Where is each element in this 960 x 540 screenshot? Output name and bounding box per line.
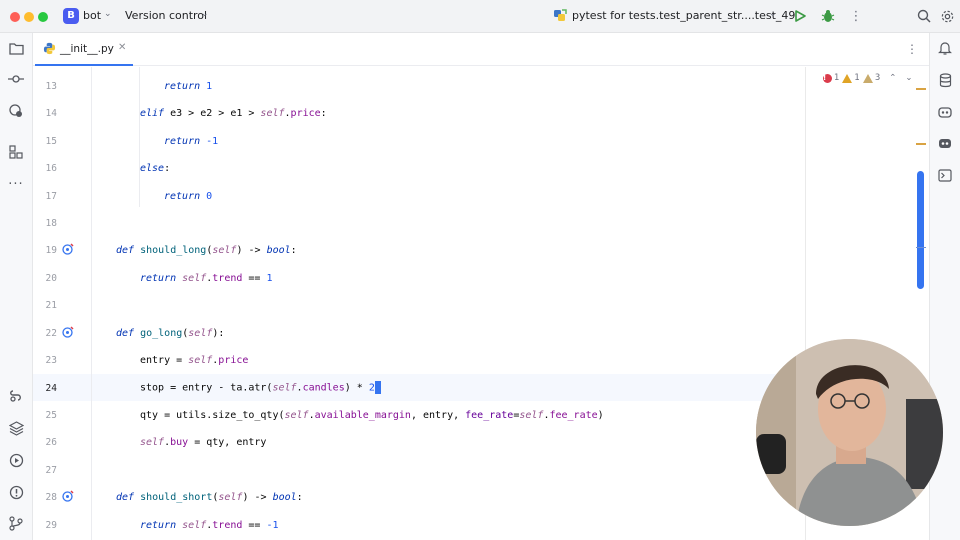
more-actions-icon[interactable]: ⋮ (847, 7, 865, 25)
title-bar: B bot ⌄ Version control ⌄ pytest for tes… (0, 0, 960, 33)
code-line-28: def should_short(self) -> bool: (116, 492, 303, 503)
line-number: 16 (45, 163, 57, 174)
caret-position-mark (916, 247, 926, 248)
line-number: 23 (45, 355, 57, 366)
error-count[interactable]: ! 1 (823, 73, 839, 83)
line-number: 26 (45, 437, 57, 448)
line-number: 21 (45, 300, 57, 311)
play-icon (795, 10, 806, 22)
bug-icon (821, 10, 835, 22)
line-number: 15 (45, 136, 57, 147)
left-tool-window-bar: ··· (0, 33, 33, 540)
warning-count[interactable]: 1 (842, 73, 860, 83)
search-icon (917, 9, 931, 23)
git-icon[interactable] (7, 514, 25, 532)
structure-icon[interactable] (7, 143, 25, 161)
error-stripe-mark[interactable] (916, 143, 926, 145)
line-number-current: 24 (45, 383, 57, 394)
code-line-17: return 0 (164, 191, 213, 202)
debug-button[interactable] (819, 7, 837, 25)
line-number: 17 (45, 191, 57, 202)
indent-guide (91, 67, 92, 540)
run-configuration-selector[interactable]: pytest for tests.test_parent_str....test… (572, 9, 795, 22)
code-line-16: else: (140, 163, 171, 174)
project-badge[interactable]: B (63, 8, 79, 24)
copilot-icon[interactable] (936, 134, 954, 152)
layers-icon[interactable] (7, 419, 25, 437)
notifications-icon[interactable] (936, 39, 954, 57)
close-window-button[interactable] (10, 12, 20, 22)
weak-warning-count[interactable]: 3 (862, 73, 880, 83)
line-number: 28 (45, 492, 57, 503)
run-button[interactable] (791, 7, 809, 25)
tab-actions-icon[interactable]: ⋮ (906, 42, 918, 56)
warning-icon (842, 73, 853, 83)
search-everywhere-button[interactable] (915, 7, 933, 25)
line-number: 19 (45, 245, 57, 256)
editor-tab-bar: __init__.py ✕ ⋮ (33, 33, 929, 66)
code-line-13: return 1 (164, 81, 213, 92)
editor-gutter: 13 14 15 16 17 18 19 20 21 22 23 24 25 2… (33, 67, 91, 540)
folder-icon[interactable] (7, 39, 25, 57)
line-number: 27 (45, 465, 57, 476)
code-line-15: return -1 (164, 136, 219, 147)
code-line-19: def should_long(self) -> bool: (116, 245, 297, 256)
error-icon: ! (823, 73, 832, 83)
error-stripe-mark[interactable] (916, 88, 926, 90)
chevron-down-icon[interactable]: ⌄ (769, 9, 777, 19)
code-line-24: stop = entry - ta.atr(self.candles) * 2 (140, 381, 381, 395)
code-line-29: return self.trend == -1 (140, 520, 279, 531)
previous-highlight-icon[interactable]: ⌃ (889, 73, 896, 83)
close-tab-icon[interactable]: ✕ (118, 42, 126, 53)
override-marker-icon[interactable] (62, 490, 74, 502)
chevron-down-icon[interactable]: ⌄ (104, 9, 112, 19)
next-highlight-icon[interactable]: ⌄ (905, 73, 912, 83)
line-number: 13 (45, 81, 57, 92)
project-name[interactable]: bot (83, 9, 101, 22)
python-packages-icon[interactable] (7, 102, 25, 120)
version-control-widget[interactable]: Version control (125, 9, 207, 22)
python-console-icon[interactable] (7, 387, 25, 405)
presenter-video (756, 339, 943, 526)
tab-label: __init__.py (60, 43, 114, 55)
line-number: 18 (45, 218, 57, 229)
settings-button[interactable] (938, 7, 956, 25)
gear-icon (941, 10, 953, 22)
code-line-25: qty = utils.size_to_qty(self.available_m… (140, 410, 604, 421)
python-file-icon (43, 42, 56, 55)
line-number: 14 (45, 108, 57, 119)
problems-icon[interactable] (7, 483, 25, 501)
more-icon[interactable]: ··· (7, 175, 25, 193)
weak-warning-icon (862, 73, 873, 83)
pytest-config-icon (554, 9, 567, 21)
terminal-icon[interactable] (936, 166, 954, 184)
code-line-20: return self.trend == 1 (140, 273, 273, 284)
code-text-area[interactable]: return 1 elif e3 > e2 > e1 > self.price:… (91, 67, 805, 540)
minimize-window-button[interactable] (24, 12, 34, 22)
fullscreen-window-button[interactable] (38, 12, 48, 22)
vertical-scrollbar-thumb[interactable] (917, 171, 924, 289)
commit-icon[interactable] (7, 70, 25, 88)
database-icon[interactable] (936, 71, 954, 89)
line-number: 20 (45, 273, 57, 284)
ai-assistant-icon[interactable] (936, 103, 954, 121)
indent-guide (139, 67, 140, 207)
line-number: 29 (45, 520, 57, 531)
run-services-icon[interactable] (7, 451, 25, 469)
code-line-22: def go_long(self): (116, 328, 225, 339)
line-number: 25 (45, 410, 57, 421)
webcam-overlay (756, 339, 943, 526)
line-number: 22 (45, 328, 57, 339)
code-line-26: self.buy = qty, entry (140, 437, 267, 448)
inspection-widget[interactable]: ! 1 1 3 ⌃ ⌄ (823, 71, 913, 85)
code-line-23: entry = self.price (140, 355, 249, 366)
override-marker-icon[interactable] (62, 243, 74, 255)
code-line-14: elif e3 > e2 > e1 > self.price: (140, 108, 327, 119)
chevron-down-icon[interactable]: ⌄ (201, 9, 209, 19)
override-marker-icon[interactable] (62, 326, 74, 338)
tab-init-py[interactable]: __init__.py ✕ (35, 33, 133, 66)
text-caret (374, 381, 381, 394)
